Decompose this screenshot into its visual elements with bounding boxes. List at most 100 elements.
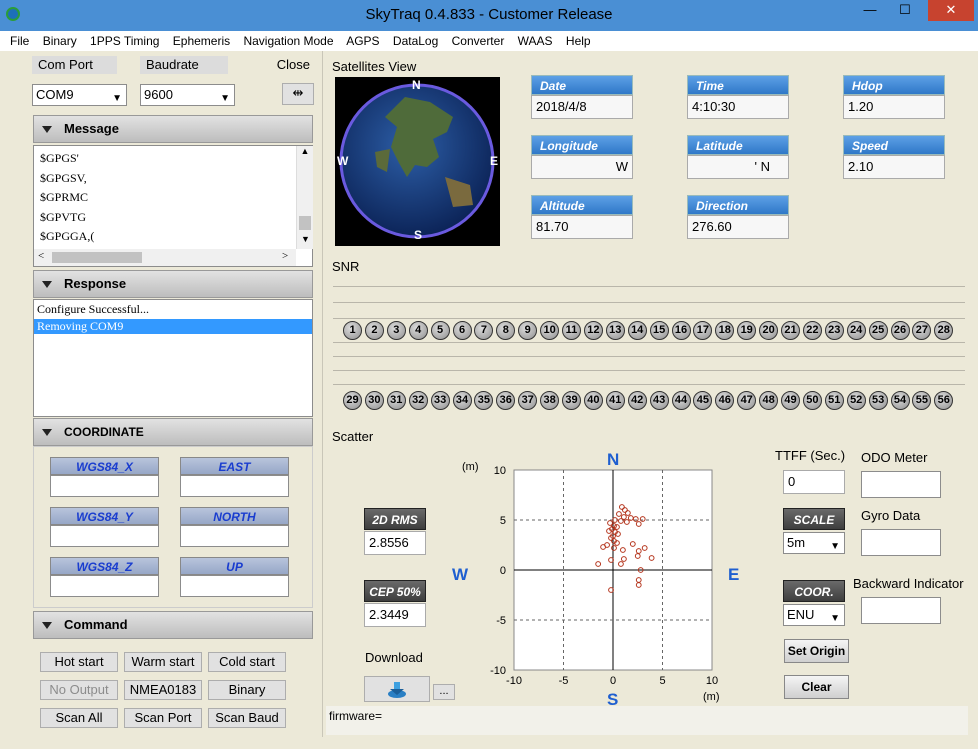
satellite-53: 53 — [868, 391, 888, 410]
close-window-button[interactable]: ✕ — [928, 0, 974, 21]
menu-1pps-timing[interactable]: 1PPS Timing — [90, 34, 159, 48]
latitude-label: Latitude — [687, 135, 789, 155]
up-label: UP — [180, 557, 289, 575]
hdop-label: Hdop — [843, 75, 945, 95]
connect-toggle-button[interactable]: ⇹ — [282, 83, 314, 105]
satellite-6: 6 — [452, 321, 472, 340]
satellite-19: 19 — [737, 321, 757, 340]
x-tick-label: 5 — [659, 675, 665, 687]
menu-agps[interactable]: AGPS — [346, 34, 379, 48]
message-header[interactable]: Message — [33, 115, 313, 143]
x-tick-label: 0 — [610, 675, 616, 687]
east-label: EAST — [180, 457, 289, 475]
response-list[interactable]: Configure Successful... Removing COM9 — [33, 299, 313, 417]
altitude-field: 81.70 — [531, 215, 633, 239]
scan-port-button[interactable]: Scan Port — [124, 708, 202, 728]
maximize-button[interactable]: ☐ — [890, 0, 920, 21]
direction-field: 276.60 — [687, 215, 789, 239]
cep-50-label: CEP 50% — [364, 580, 426, 602]
scroll-left-icon[interactable]: < — [38, 250, 44, 262]
menu-ephemeris[interactable]: Ephemeris — [173, 34, 230, 48]
menu-binary[interactable]: Binary — [43, 34, 77, 48]
download-button[interactable] — [364, 676, 430, 702]
scroll-thumb[interactable] — [52, 252, 142, 263]
wgs84-y-field[interactable] — [50, 525, 159, 547]
hot-start-button[interactable]: Hot start — [40, 652, 118, 672]
odo-meter-field[interactable] — [861, 471, 941, 498]
menu-navigation-mode[interactable]: Navigation Mode — [243, 34, 333, 48]
no-output-button[interactable]: No Output — [40, 680, 118, 700]
menu-waas[interactable]: WAAS — [518, 34, 553, 48]
snr-row-2: 29 30 31 32 33 34 35 36 37 38 39 40 41 42 43 44 45 46 47 48… — [343, 391, 963, 411]
satellite-55: 55 — [912, 391, 932, 410]
vertical-scrollbar[interactable]: ▲ ▼ — [296, 146, 313, 249]
satellite-32: 32 — [408, 391, 428, 410]
cold-start-button[interactable]: Cold start — [208, 652, 286, 672]
satellite-36: 36 — [496, 391, 516, 410]
scroll-thumb[interactable] — [299, 216, 311, 230]
satellite-15: 15 — [649, 321, 669, 340]
scale-label: SCALE — [783, 508, 845, 530]
download-label: Download — [365, 650, 423, 665]
wgs84-z-label: WGS84_Z — [50, 557, 159, 575]
direction-label: Direction — [687, 195, 789, 215]
ttff-field: 0 — [783, 470, 845, 494]
scroll-down-icon[interactable]: ▼ — [297, 234, 314, 244]
menu-file[interactable]: File — [10, 34, 29, 48]
baudrate-select[interactable]: 9600 ▼ — [140, 84, 235, 106]
satellite-25: 25 — [868, 321, 888, 340]
command-header[interactable]: Command — [33, 611, 313, 639]
browse-button[interactable]: ... — [433, 684, 455, 700]
scan-baud-button[interactable]: Scan Baud — [208, 708, 286, 728]
set-origin-button[interactable]: Set Origin — [784, 639, 849, 663]
horizontal-scrollbar[interactable]: < > — [34, 249, 296, 266]
satellite-31: 31 — [386, 391, 406, 410]
coordinate-header[interactable]: COORDINATE — [33, 418, 313, 446]
east-field[interactable] — [180, 475, 289, 497]
backward-indicator-field[interactable] — [861, 597, 941, 624]
cep-50-field: 2.3449 — [364, 603, 426, 627]
com-port-select[interactable]: COM9 ▼ — [32, 84, 127, 106]
wgs84-x-label: WGS84_X — [50, 457, 159, 475]
scan-all-button[interactable]: Scan All — [40, 708, 118, 728]
binary-button[interactable]: Binary — [208, 680, 286, 700]
snr-label: SNR — [332, 259, 360, 274]
scale-select[interactable]: 5m ▼ — [783, 532, 845, 554]
response-header[interactable]: Response — [33, 270, 313, 298]
chevron-down-icon: ▼ — [220, 93, 230, 104]
compass-west: W — [337, 154, 349, 168]
gyro-data-label: Gyro Data — [861, 508, 921, 523]
clear-button[interactable]: Clear — [784, 675, 849, 699]
satellite-33: 33 — [430, 391, 450, 410]
menu-converter[interactable]: Converter — [452, 34, 505, 48]
scatter-plot: -10 -5 0 5 10 10 5 0 -5 -10 — [490, 465, 718, 687]
message-list[interactable]: $GPGS' $GPGSV, $GPRMC $GPVTG $GPGGA,( ▲ … — [33, 145, 313, 267]
satellite-52: 52 — [846, 391, 866, 410]
satellite-16: 16 — [671, 321, 691, 340]
warm-start-button[interactable]: Warm start — [124, 652, 202, 672]
up-field[interactable] — [180, 575, 289, 597]
firmware-status-bar: firmware= — [326, 706, 968, 735]
menu-help[interactable]: Help — [566, 34, 591, 48]
menu-datalog[interactable]: DataLog — [393, 34, 438, 48]
satellite-10: 10 — [540, 321, 560, 340]
satellite-51: 51 — [824, 391, 844, 410]
satellite-9: 9 — [518, 321, 538, 340]
minimize-button[interactable]: — — [855, 0, 885, 21]
satellite-4: 4 — [408, 321, 428, 340]
scatter-label: Scatter — [332, 429, 374, 444]
nmea0183-button[interactable]: NMEA0183 — [124, 680, 202, 700]
y-tick-label: 10 — [494, 465, 506, 477]
scroll-right-icon[interactable]: > — [282, 250, 288, 262]
scroll-up-icon[interactable]: ▲ — [297, 146, 313, 156]
y-tick-label: 0 — [500, 565, 506, 577]
x-tick-label: 10 — [706, 675, 718, 687]
collapse-icon — [42, 622, 52, 629]
satellite-46: 46 — [715, 391, 735, 410]
wgs84-x-field[interactable] — [50, 475, 159, 497]
date-field: 2018/4/8 — [531, 95, 633, 119]
north-field[interactable] — [180, 525, 289, 547]
wgs84-z-field[interactable] — [50, 575, 159, 597]
coor-select[interactable]: ENU ▼ — [783, 604, 845, 626]
gyro-data-field[interactable] — [861, 529, 941, 556]
